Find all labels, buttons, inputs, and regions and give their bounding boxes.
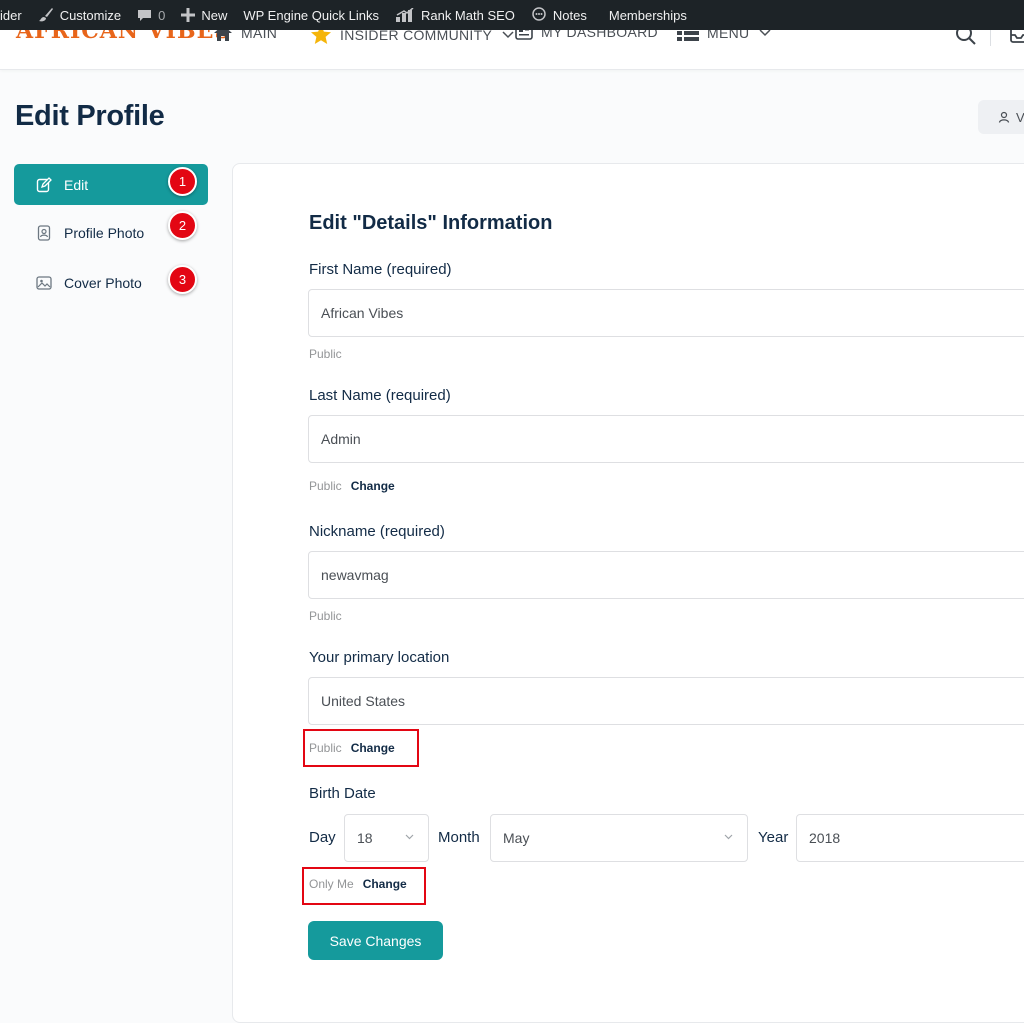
comment-bubble-icon <box>138 9 152 21</box>
admin-bar-customize[interactable]: Customize <box>30 0 129 30</box>
search-icon[interactable] <box>955 30 977 46</box>
chevron-down-icon <box>405 834 414 840</box>
admin-bar-rank-math[interactable]: Rank Math SEO <box>387 0 523 30</box>
home-icon <box>214 30 232 41</box>
chevron-down-icon <box>724 834 733 840</box>
view-profile-button[interactable]: V <box>978 100 1024 134</box>
site-logo[interactable]: AFRICAN VIBES <box>16 30 231 44</box>
sidebar-item-label: Profile Photo <box>64 224 145 241</box>
admin-bar-new[interactable]: New <box>173 0 235 30</box>
last-name-label: Last Name (required) <box>309 387 451 404</box>
paintbrush-icon <box>38 8 53 22</box>
day-label: Day <box>309 829 336 846</box>
last-name-field[interactable] <box>308 415 1024 463</box>
day-select[interactable]: 18 <box>344 814 429 862</box>
star-icon <box>311 30 331 44</box>
birth-date-label: Birth Date <box>309 785 376 802</box>
admin-bar-site-name[interactable]: ider <box>0 0 30 30</box>
nickname-label: Nickname (required) <box>309 523 445 540</box>
annotation-highlight-box <box>303 729 419 767</box>
annotation-highlight-box <box>302 867 426 905</box>
nav-menu[interactable]: MENU <box>677 30 779 42</box>
chevron-down-icon <box>502 31 514 39</box>
rank-math-icon <box>395 8 414 22</box>
profile-photo-icon <box>37 224 51 241</box>
cover-photo-icon <box>36 275 52 290</box>
annotation-badge: 3 <box>168 265 197 294</box>
admin-bar-memberships[interactable]: Memberships <box>595 0 695 30</box>
section-heading: Edit "Details" Information <box>309 212 553 234</box>
change-visibility-link[interactable]: Change <box>351 479 395 493</box>
admin-bar-comments[interactable]: 0 <box>129 0 173 30</box>
site-header: AFRICAN VIBES MAIN INSIDER COMMUNITY MY … <box>0 30 1024 70</box>
wp-admin-bar: ider Customize 0 New WP Engine Quick Lin… <box>0 0 1024 30</box>
list-menu-icon <box>677 31 699 41</box>
nav-insider-community[interactable]: INSIDER COMMUNITY <box>310 30 522 46</box>
nav-my-dashboard[interactable]: MY DASHBOARD <box>515 30 658 40</box>
dashboard-icon <box>515 30 533 40</box>
chevron-down-icon <box>759 30 771 37</box>
nav-main[interactable]: MAIN <box>213 30 277 42</box>
year-select[interactable]: 2018 <box>796 814 1024 862</box>
nickname-visibility: Public <box>309 609 342 623</box>
first-name-field[interactable] <box>308 289 1024 337</box>
nickname-field[interactable] <box>308 551 1024 599</box>
month-label: Month <box>438 829 480 846</box>
last-name-visibility: Public Change <box>309 479 395 493</box>
first-name-label: First Name (required) <box>309 261 452 278</box>
user-icon <box>998 111 1010 123</box>
location-label: Your primary location <box>309 649 450 666</box>
annotation-badge: 2 <box>168 211 197 240</box>
visibility-level: Public <box>309 479 342 493</box>
first-name-visibility: Public <box>309 347 342 361</box>
visibility-level: Public <box>309 347 342 361</box>
header-divider <box>990 30 991 46</box>
month-select[interactable]: May <box>490 814 748 862</box>
annotation-badge: 1 <box>168 167 197 196</box>
edit-icon <box>36 176 52 192</box>
year-label: Year <box>758 829 789 846</box>
save-changes-button[interactable]: Save Changes <box>308 921 443 960</box>
admin-bar-wp-engine[interactable]: WP Engine Quick Links <box>235 0 387 30</box>
plus-icon <box>181 8 196 22</box>
inbox-icon[interactable] <box>1010 30 1024 44</box>
visibility-level: Public <box>309 609 342 623</box>
sidebar-item-label: Edit <box>64 176 89 193</box>
comments-count: 0 <box>158 7 166 23</box>
location-field[interactable] <box>308 677 1024 725</box>
sidebar-item-label: Cover Photo <box>64 274 142 291</box>
admin-bar-notes[interactable]: Notes <box>523 0 595 30</box>
page-title: Edit Profile <box>15 100 165 132</box>
speech-bubble-icon <box>532 7 546 21</box>
